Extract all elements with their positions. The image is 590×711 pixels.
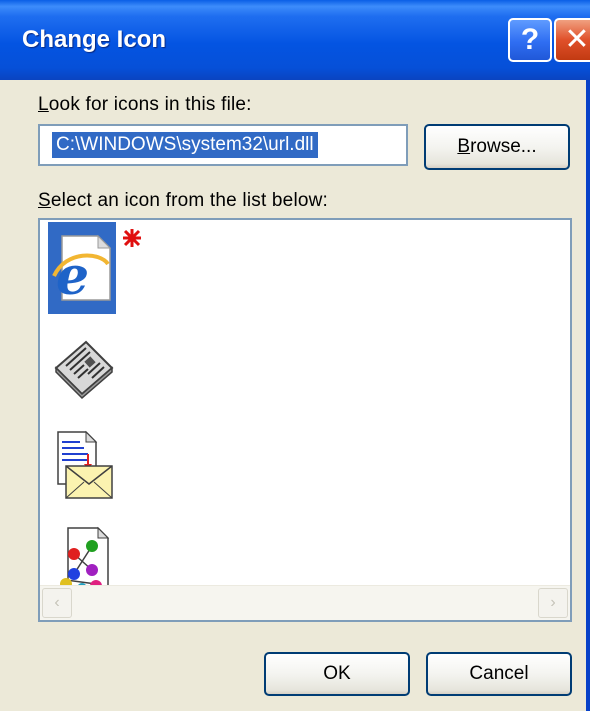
- help-button[interactable]: ?: [508, 18, 552, 62]
- internet-explorer-icon: e: [52, 234, 112, 306]
- icon-list-label: Select an icon from the list below:: [38, 190, 329, 211]
- scroll-right-button[interactable]: ›: [538, 588, 568, 618]
- scroll-left-button[interactable]: ‹: [42, 588, 72, 618]
- browse-button[interactable]: Browse...: [424, 124, 570, 170]
- window-border: [586, 80, 590, 711]
- icon-list-item[interactable]: e: [48, 222, 141, 314]
- newspaper-icon: [54, 340, 114, 400]
- chevron-left-icon: ‹: [54, 594, 60, 611]
- ok-button[interactable]: OK: [264, 652, 410, 696]
- link-overlay-icon: [123, 229, 141, 247]
- close-icon: ✕: [564, 23, 590, 56]
- window-title: Change Icon: [22, 26, 167, 53]
- help-icon: ?: [520, 23, 540, 56]
- title-bar[interactable]: Change Icon ? ✕: [0, 0, 590, 80]
- change-icon-dialog: Change Icon ? ✕ Look for icons in this f…: [0, 0, 590, 711]
- horizontal-scrollbar[interactable]: ‹ ›: [40, 585, 570, 620]
- file-path-label: Look for icons in this file:: [38, 94, 252, 115]
- icon-list-item[interactable]: [48, 320, 116, 412]
- chevron-right-icon: ›: [550, 594, 556, 611]
- close-button[interactable]: ✕: [554, 18, 590, 62]
- mail-document-icon: [57, 430, 113, 499]
- icon-list-item[interactable]: [48, 418, 116, 510]
- icon-list[interactable]: e ‹ ›: [38, 218, 572, 622]
- file-path-value: C:\WINDOWS\system32\url.dll: [52, 132, 318, 158]
- file-path-input[interactable]: C:\WINDOWS\system32\url.dll: [38, 124, 408, 166]
- cancel-button[interactable]: Cancel: [426, 652, 572, 696]
